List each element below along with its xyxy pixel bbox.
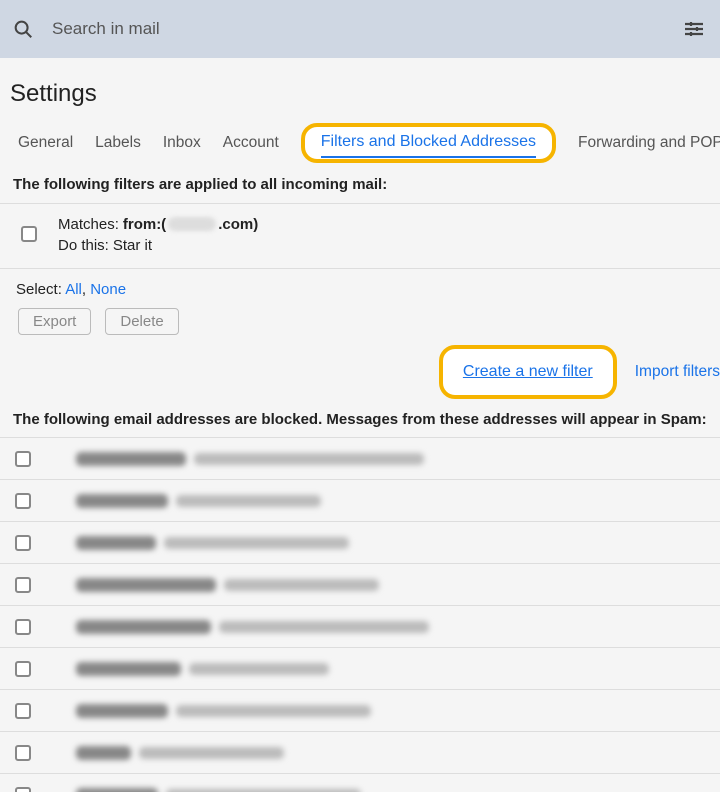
blocked-checkbox[interactable] (15, 787, 31, 792)
blocked-row (0, 773, 720, 792)
blocked-checkbox[interactable] (15, 703, 31, 719)
create-filter-link[interactable]: Create a new filter (463, 363, 593, 380)
blocked-email-blur (219, 621, 429, 633)
blocked-email-blur (194, 453, 424, 465)
search-bar[interactable] (0, 0, 720, 58)
filters-header: The following filters are applied to all… (0, 158, 720, 203)
select-all-link[interactable]: All (65, 281, 82, 298)
blocked-email-blur (176, 705, 371, 717)
tune-icon[interactable] (682, 17, 706, 41)
blocked-email-blur (164, 537, 349, 549)
blocked-header: The following email addresses are blocke… (0, 399, 720, 438)
blocked-name-blur (76, 494, 168, 508)
blocked-name-blur (76, 620, 211, 634)
blocked-row (0, 689, 720, 732)
page-title: Settings (0, 72, 720, 128)
blocked-row (0, 479, 720, 522)
blocked-name-blur (76, 704, 168, 718)
blocked-row (0, 437, 720, 480)
blocked-email-blur (189, 663, 329, 675)
blocked-email-blur (176, 495, 321, 507)
redacted-domain (168, 217, 216, 231)
tab-labels[interactable]: Labels (95, 128, 141, 158)
tab-accounts[interactable]: Account (223, 128, 279, 158)
blocked-checkbox[interactable] (15, 661, 31, 677)
settings-tabs: General Labels Inbox Account Filters and… (0, 128, 720, 158)
filter-row: Matches: from:(.com) Do this: Star it (0, 203, 720, 269)
blocked-email-blur (166, 789, 361, 792)
blocked-row (0, 647, 720, 690)
search-icon (12, 18, 34, 40)
blocked-checkbox[interactable] (15, 535, 31, 551)
blocked-checkbox[interactable] (15, 451, 31, 467)
blocked-checkbox[interactable] (15, 577, 31, 593)
filter-matches: Matches: from:(.com) (58, 216, 258, 233)
blocked-name-blur (76, 746, 131, 760)
blocked-name-blur (76, 662, 181, 676)
filter-checkbox[interactable] (21, 226, 37, 242)
blocked-checkbox[interactable] (15, 745, 31, 761)
highlight-filters-tab: Filters and Blocked Addresses (301, 123, 556, 163)
filter-action: Do this: Star it (58, 237, 258, 254)
blocked-name-blur (76, 578, 216, 592)
tab-filters[interactable]: Filters and Blocked Addresses (321, 127, 536, 158)
blocked-name-blur (76, 788, 158, 792)
tab-inbox[interactable]: Inbox (163, 128, 201, 158)
blocked-row (0, 521, 720, 564)
blocked-name-blur (76, 452, 186, 466)
blocked-name-blur (76, 536, 156, 550)
tab-forwarding[interactable]: Forwarding and POP/IMAP (578, 128, 720, 158)
blocked-checkbox[interactable] (15, 493, 31, 509)
blocked-email-blur (224, 579, 379, 591)
blocked-email-blur (139, 747, 284, 759)
blocked-row (0, 731, 720, 774)
delete-button[interactable]: Delete (105, 308, 178, 335)
import-filters-link[interactable]: Import filters (635, 363, 720, 381)
search-input[interactable] (52, 19, 708, 39)
tab-general[interactable]: General (18, 128, 73, 158)
select-none-link[interactable]: None (90, 281, 126, 298)
blocked-row (0, 563, 720, 606)
blocked-checkbox[interactable] (15, 619, 31, 635)
export-button[interactable]: Export (18, 308, 91, 335)
blocked-row (0, 605, 720, 648)
blocked-list (0, 437, 720, 792)
highlight-create-filter: Create a new filter (439, 345, 617, 399)
select-row: Select: All, None (0, 269, 720, 304)
